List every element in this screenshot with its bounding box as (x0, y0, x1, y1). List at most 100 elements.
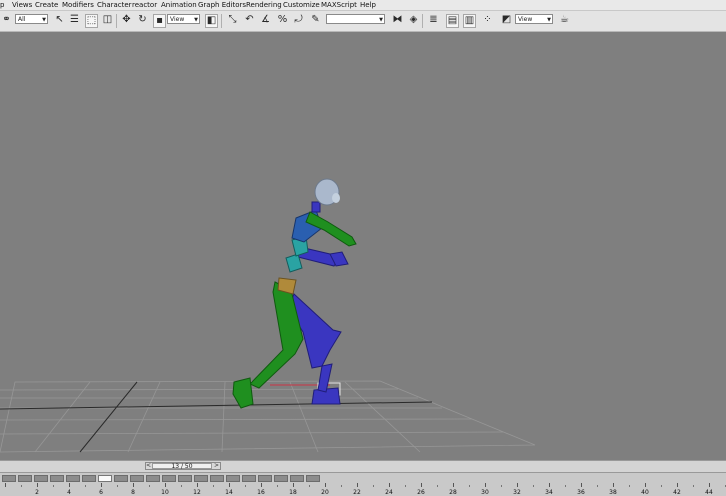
key-marker[interactable] (130, 475, 144, 482)
snap-toggle-icon[interactable]: ↶ (243, 13, 256, 27)
selection-filter-dropdown[interactable]: All ▼ (15, 14, 48, 24)
key-marker[interactable] (210, 475, 224, 482)
frame-tick (85, 485, 86, 487)
window-crossing-icon[interactable]: ◫ (101, 13, 114, 27)
rect-selection-region-icon[interactable]: ⬚ (85, 14, 98, 28)
key-marker[interactable] (146, 475, 160, 482)
percent-snap-icon[interactable]: % (276, 13, 289, 27)
key-marker[interactable] (82, 475, 96, 482)
layer-manager-icon[interactable]: ≣ (427, 13, 440, 27)
spinner-snap-icon[interactable]: ⤾ (292, 13, 305, 27)
menu-views[interactable]: Views (12, 0, 32, 10)
key-marker[interactable] (306, 475, 320, 482)
key-marker[interactable] (50, 475, 64, 482)
render-scene-icon[interactable]: ◩ (500, 13, 513, 27)
menu-create[interactable]: Create (35, 0, 58, 10)
key-marker[interactable] (162, 475, 176, 482)
link-icon[interactable]: ⚭ (0, 13, 13, 27)
time-slider[interactable]: < 13 / 50 > (145, 462, 221, 470)
menu-graph-editors[interactable]: Graph Editors (198, 0, 246, 10)
perspective-viewport[interactable] (0, 32, 726, 460)
select-manipulate-icon[interactable]: ⤡ (226, 13, 239, 27)
key-marker[interactable] (194, 475, 208, 482)
render-view-dropdown[interactable]: View ▼ (515, 14, 553, 24)
select-by-name-icon[interactable]: ☰ (68, 13, 81, 27)
quick-render-teapot-icon[interactable]: ☕ (558, 13, 571, 27)
frame-tick (229, 483, 230, 487)
menu-rendering[interactable]: Rendering (246, 0, 282, 10)
frame-label: 44 (705, 489, 713, 496)
frame-tick (645, 483, 646, 487)
frame-tick (389, 483, 390, 487)
key-marker[interactable] (258, 475, 272, 482)
move-icon[interactable]: ✥ (120, 13, 133, 27)
menu-maxscript[interactable]: MAXScript (321, 0, 357, 10)
neck (311, 201, 321, 213)
select-arrow-icon[interactable]: ↖ (53, 13, 66, 27)
timeline-panel: < 13 / 50 > 2 4 6 8 10 12 14 16 18 20 22 24 26 28 30 32… (0, 460, 726, 496)
frame-tick (549, 483, 550, 487)
key-marker[interactable] (66, 475, 80, 482)
menu-animation[interactable]: Animation (161, 0, 197, 10)
schematic-view-icon[interactable]: ▥ (463, 14, 476, 28)
frame-tick (485, 483, 486, 487)
chevron-down-icon: ▼ (194, 17, 198, 23)
menu-modifiers[interactable]: Modifiers (62, 0, 94, 10)
selection-filter-value: All (18, 16, 26, 23)
material-editor-icon[interactable]: ⁘ (481, 13, 494, 27)
menu-character[interactable]: Character (97, 0, 132, 10)
frame-tick (405, 485, 406, 487)
key-marker[interactable] (274, 475, 288, 482)
frame-tick (709, 483, 710, 487)
prev-frame-arrow[interactable]: < (146, 462, 151, 469)
key-marker[interactable] (226, 475, 240, 482)
frame-label: 18 (289, 489, 297, 496)
frame-tick (373, 485, 374, 487)
toolbar-divider (422, 14, 423, 28)
named-selection-dropdown[interactable]: ▼ (326, 14, 385, 24)
key-marker[interactable] (242, 475, 256, 482)
scale-icon[interactable]: ▪ (153, 14, 166, 28)
time-slider-thumb[interactable]: 13 / 50 (152, 463, 212, 470)
frame-tick (533, 485, 534, 487)
menu-reactor[interactable]: reactor (132, 0, 157, 10)
render-view-value: View (518, 16, 533, 23)
key-marker[interactable] (178, 475, 192, 482)
pivot-center-icon[interactable]: ◧ (205, 14, 218, 28)
frame-tick (69, 483, 70, 487)
frame-tick (677, 483, 678, 487)
reference-coord-value: View (170, 16, 185, 23)
frame-tick (5, 483, 6, 487)
frame-tick (437, 485, 438, 487)
curve-editor-icon[interactable]: ▤ (446, 14, 459, 28)
track-bar[interactable]: 2 4 6 8 10 12 14 16 18 20 22 24 26 28 30 32 34 36 38 40 42 44… (0, 472, 726, 496)
edit-named-selection-icon[interactable]: ✎ (309, 13, 322, 27)
reference-coord-dropdown[interactable]: View ▼ (167, 14, 200, 24)
key-marker[interactable] (34, 475, 48, 482)
toolbar-divider (116, 14, 117, 28)
frame-label: 6 (99, 489, 103, 496)
angle-snap-icon[interactable]: ∡ (259, 13, 272, 27)
key-marker[interactable] (114, 475, 128, 482)
next-frame-arrow[interactable]: > (214, 462, 219, 469)
frame-tick (581, 483, 582, 487)
mirror-icon[interactable]: ⧓ (391, 13, 404, 27)
grid-axis-y (79, 381, 138, 453)
frame-label: 2 (35, 489, 39, 496)
current-frame-key[interactable] (98, 475, 112, 482)
frame-tick (309, 485, 310, 487)
frame-label: 38 (609, 489, 617, 496)
align-icon[interactable]: ◈ (407, 13, 420, 27)
menu-file-partial[interactable]: p (0, 0, 4, 10)
key-marker[interactable] (2, 475, 16, 482)
frame-tick (37, 483, 38, 487)
key-marker[interactable] (290, 475, 304, 482)
frame-tick (501, 485, 502, 487)
key-marker[interactable] (18, 475, 32, 482)
menu-help[interactable]: Help (360, 0, 376, 10)
menu-customize[interactable]: Customize (283, 0, 320, 10)
frame-label: 22 (353, 489, 361, 496)
chevron-down-icon: ▼ (42, 17, 46, 23)
frame-tick (325, 483, 326, 487)
rotate-icon[interactable]: ↻ (136, 13, 149, 27)
